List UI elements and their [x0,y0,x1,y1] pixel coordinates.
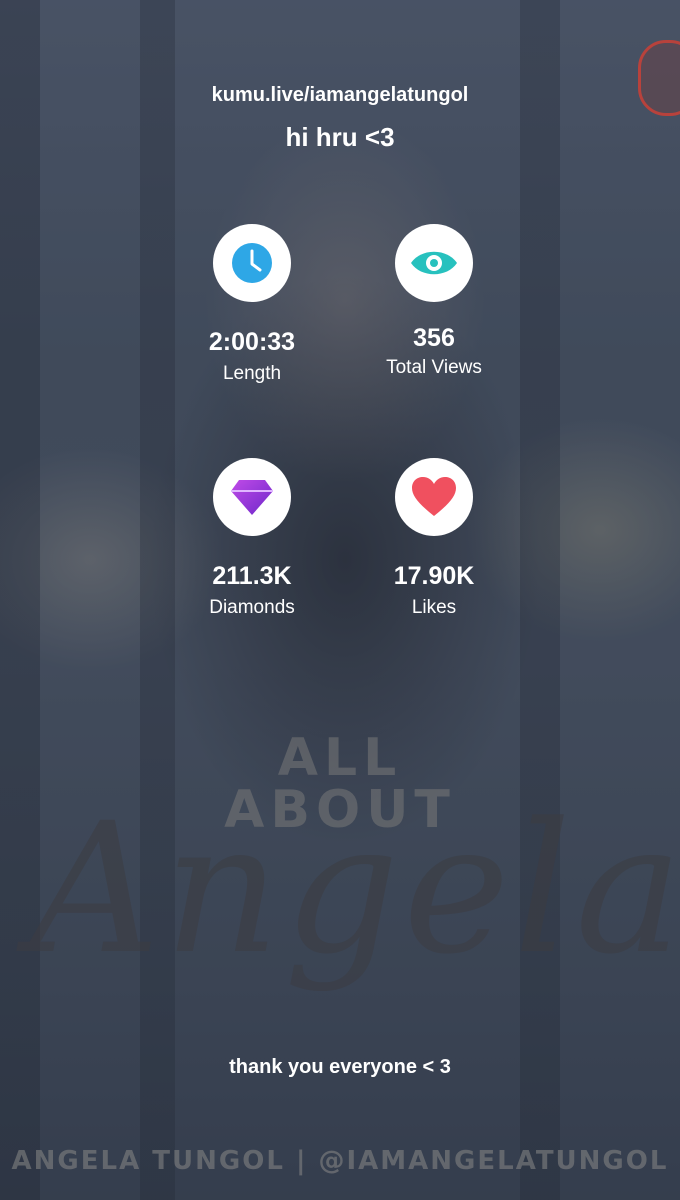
stat-diamonds: 211.3K Diamonds [152,458,352,619]
overlay-title-script: Angela [30,785,680,994]
stat-total-views: 356 Total Views [334,224,534,379]
footer-credit: ANGELA TUNGOL | @IAMANGELATUNGOL [11,1146,669,1176]
likes-value: 17.90K [393,562,475,590]
diamonds-label: Diamonds [209,597,295,618]
stat-length: 2:00:33 Length [152,224,352,385]
overlay-title-all: ALL [277,728,403,788]
views-label: Total Views [386,357,482,378]
likes-label: Likes [411,597,457,618]
clock-icon [213,224,291,302]
diamonds-value: 211.3K [212,562,292,590]
length-label: Length [222,363,282,384]
profile-url[interactable]: kumu.live/iamangelatungol [0,84,680,107]
heart-icon [395,458,473,536]
views-value: 356 [413,324,455,352]
length-value: 2:00:33 [208,328,296,356]
stream-title: hi hru <3 [285,122,395,152]
stat-likes: 17.90K Likes [334,458,534,619]
eye-icon [395,224,473,302]
thank-you-message: thank you everyone < 3 [229,1056,451,1078]
diamond-icon [213,458,291,536]
